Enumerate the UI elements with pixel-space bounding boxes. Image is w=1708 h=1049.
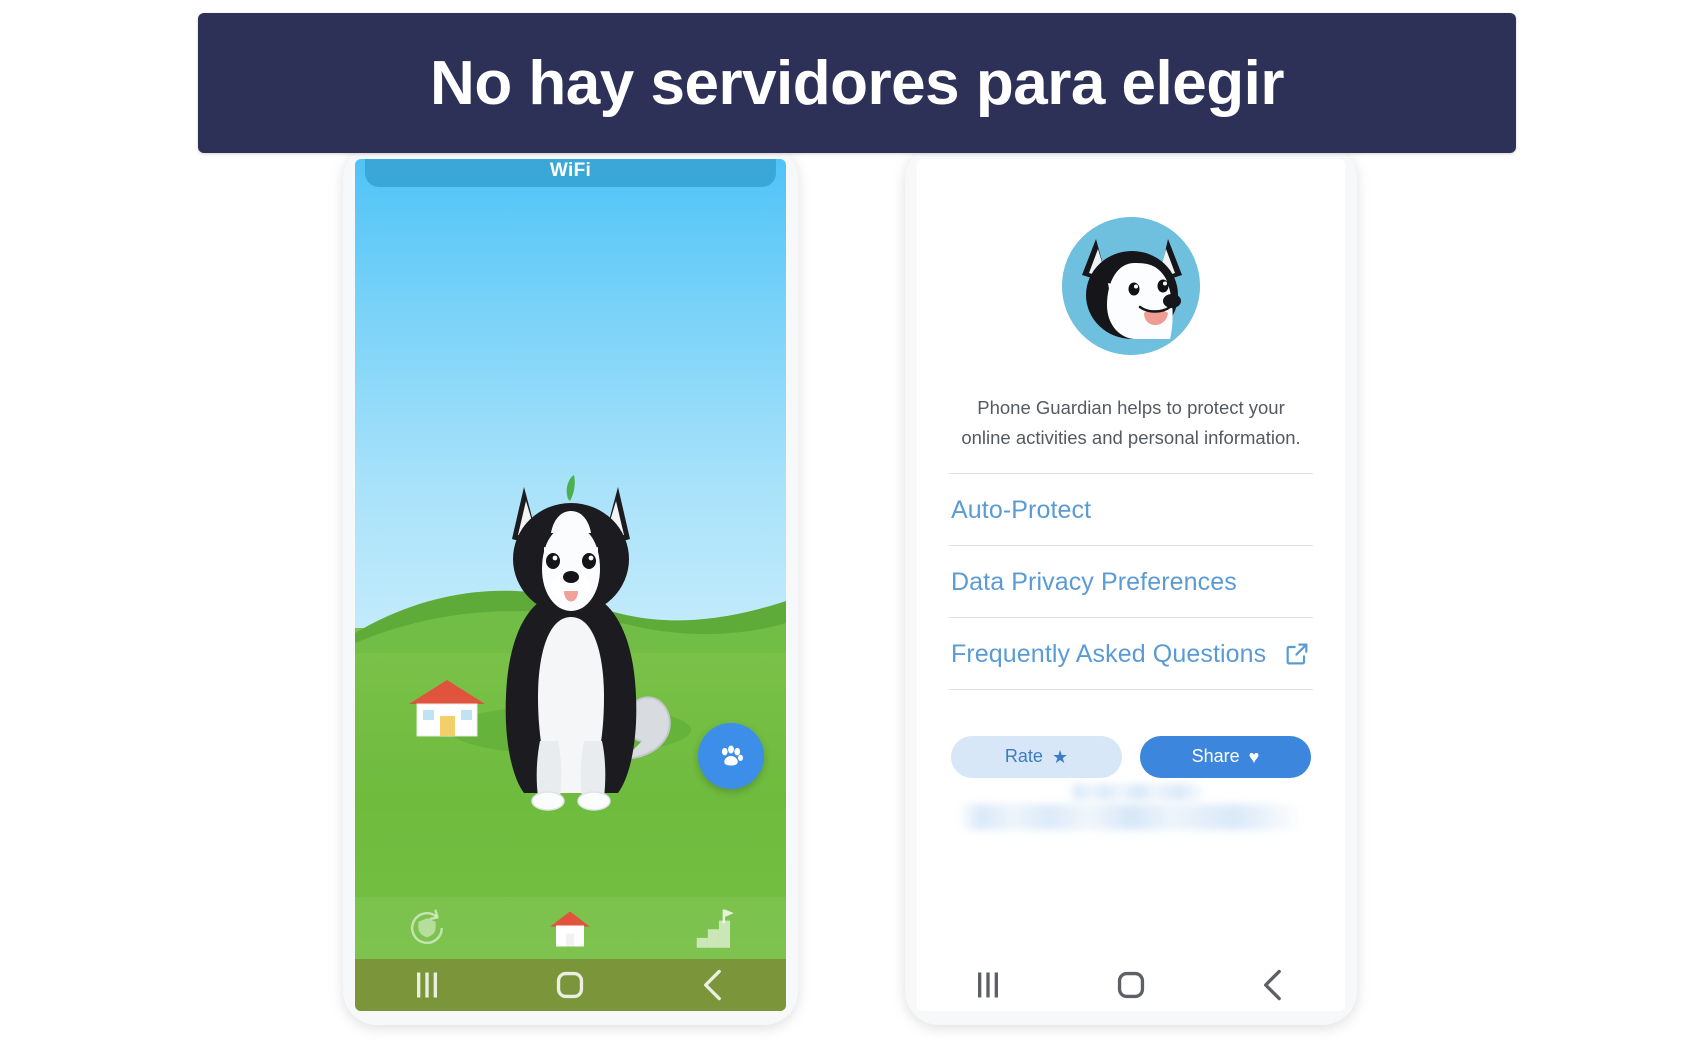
blurred-footer-line-top: [1069, 783, 1208, 800]
shield-refresh-icon[interactable]: [406, 907, 448, 949]
screenshot-root: WiFi ▾: [0, 0, 1708, 1049]
vpn-illustration-scene: WiFi ▾: [355, 159, 786, 1011]
wifi-status-card[interactable]: WiFi ▾: [365, 159, 776, 187]
phone-mockup-right: Phone Guardian helps to protect your onl…: [905, 145, 1357, 1025]
back-chevron-icon[interactable]: [1249, 960, 1299, 1010]
app-bottom-nav: [355, 897, 786, 959]
overlay-banner: No hay servidores para elegir: [198, 13, 1516, 153]
husky-mascot: [456, 441, 686, 841]
android-system-nav-left: [355, 959, 786, 1011]
android-system-nav-right: [917, 959, 1345, 1011]
share-button[interactable]: Share ♥: [1140, 735, 1311, 778]
wifi-status-label: WiFi: [549, 160, 592, 181]
rate-button-label: Rate: [1004, 746, 1043, 767]
link-row-data-privacy-preferences[interactable]: Data Privacy Preferences: [949, 546, 1313, 617]
share-button-label: Share: [1191, 746, 1240, 767]
home-icon[interactable]: [549, 907, 591, 949]
link-label: Auto-Protect: [951, 495, 1092, 524]
external-link-icon[interactable]: [1283, 640, 1311, 668]
banner-title: No hay servidores para elegir: [430, 48, 1284, 118]
about-description: Phone Guardian helps to protect your onl…: [961, 397, 1301, 448]
phone-mockup-left: WiFi ▾: [343, 145, 798, 1025]
recents-icon[interactable]: [402, 960, 452, 1010]
blurred-footer-line: [959, 803, 1303, 830]
phone-right-screen: Phone Guardian helps to protect your onl…: [917, 159, 1345, 1011]
link-label: Data Privacy Preferences: [951, 567, 1237, 596]
back-chevron-icon[interactable]: [689, 960, 739, 1010]
recents-icon[interactable]: [963, 960, 1013, 1010]
husky-avatar: [1062, 217, 1200, 355]
avatar-container: [949, 217, 1313, 355]
link-row-frequently-asked-questions[interactable]: Frequently Asked Questions: [949, 618, 1313, 689]
heart-icon: ♥: [1248, 746, 1260, 767]
star-icon: ★: [1051, 746, 1069, 767]
link-row-auto-protect[interactable]: Auto-Protect: [949, 474, 1313, 545]
paw-icon: [721, 745, 743, 766]
home-square-icon[interactable]: [1106, 960, 1156, 1010]
link-label: Frequently Asked Questions: [951, 639, 1267, 668]
action-buttons: Rate ★ Share ♥: [949, 690, 1313, 778]
flag-steps-icon[interactable]: [693, 907, 735, 949]
rate-button[interactable]: Rate ★: [951, 735, 1122, 778]
about-panel: Phone Guardian helps to protect your onl…: [917, 159, 1345, 1011]
phone-left-screen: WiFi ▾: [355, 159, 786, 1011]
home-square-icon[interactable]: [545, 960, 595, 1010]
